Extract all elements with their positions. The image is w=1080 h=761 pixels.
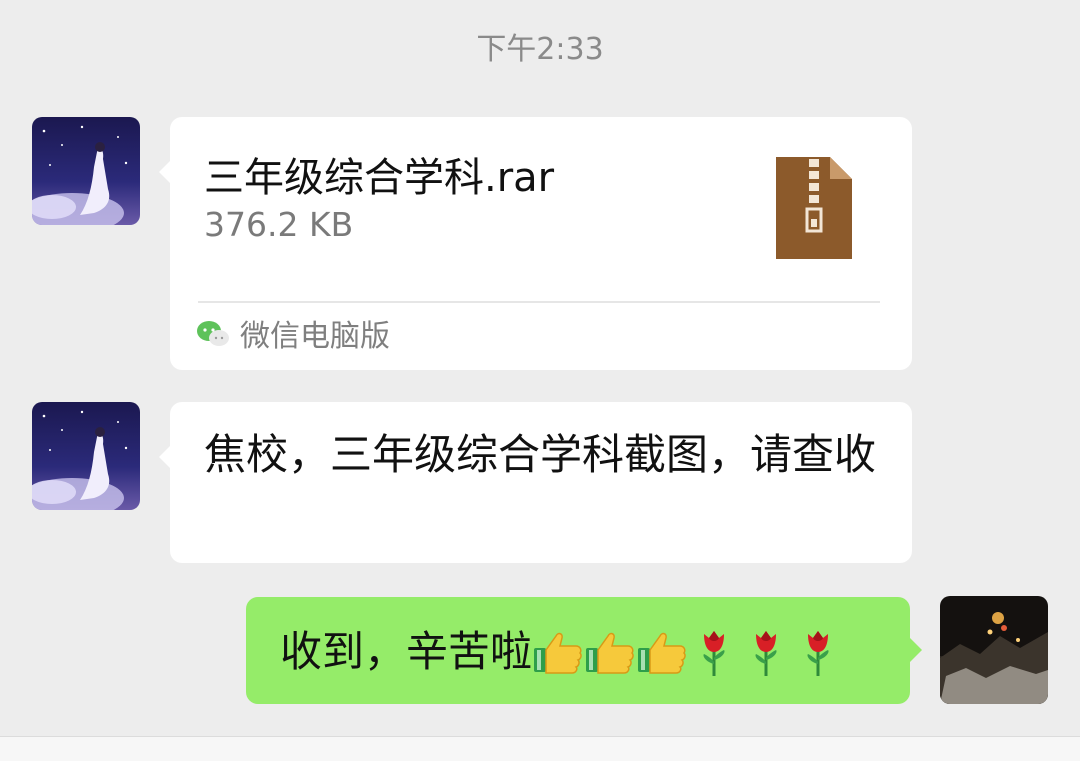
wechat-icon (196, 319, 230, 353)
zip-archive-icon (774, 155, 854, 265)
file-name: 三年级综合学科.rar (204, 155, 555, 201)
sender-avatar[interactable] (32, 402, 140, 510)
input-bar[interactable] (0, 736, 1080, 761)
divider (198, 301, 880, 303)
sender-avatar[interactable] (32, 117, 140, 225)
thumbs-up-icon (636, 626, 688, 678)
rose-icon (740, 626, 792, 678)
message-text: 焦校，三年级综合学科截图，请查收 (204, 430, 877, 479)
file-size: 376.2 KB (204, 205, 354, 244)
reply-content: 收到，辛苦啦 (280, 623, 844, 681)
file-message[interactable]: 三年级综合学科.rar 376.2 KB 微信电脑版 (170, 117, 912, 370)
source-label: 微信电脑版 (240, 319, 390, 354)
rose-icon (792, 626, 844, 678)
timestamp: 下午2:33 (476, 32, 604, 67)
thumbs-up-icon (584, 626, 636, 678)
rose-icon (688, 626, 740, 678)
text-message[interactable]: 焦校，三年级综合学科截图，请查收 (170, 402, 912, 563)
thumbs-up-icon (532, 626, 584, 678)
message-text: 收到，辛苦啦 (280, 627, 533, 676)
reply-message[interactable]: 收到，辛苦啦 (246, 597, 910, 704)
my-avatar[interactable] (940, 596, 1048, 704)
